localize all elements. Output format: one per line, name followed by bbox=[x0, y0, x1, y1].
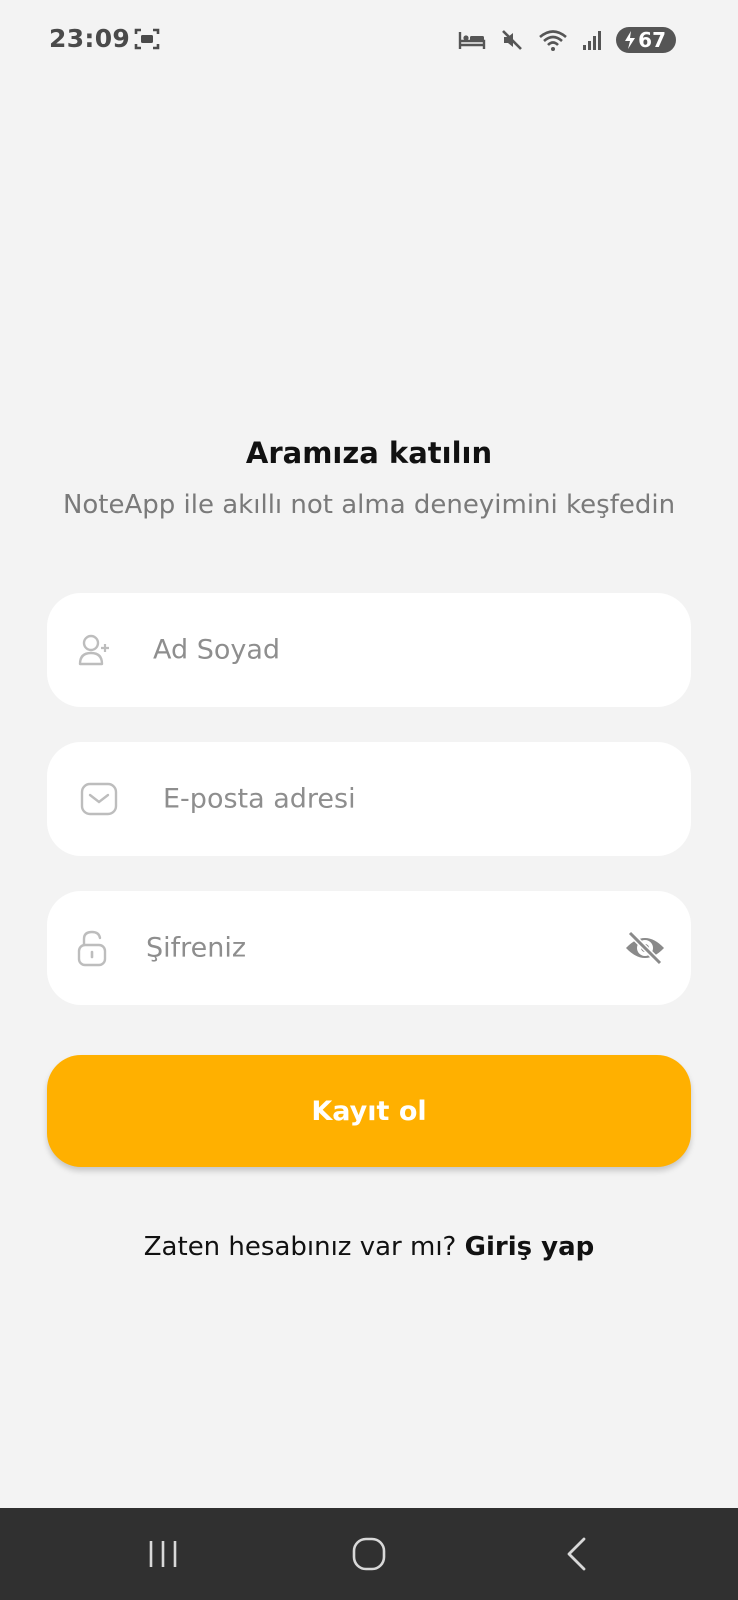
page-title: Aramıza katılın bbox=[245, 436, 493, 470]
eye-off-icon[interactable] bbox=[623, 930, 667, 966]
status-bar: 23:09 67 bbox=[0, 0, 738, 80]
password-placeholder: Şifreniz bbox=[146, 932, 247, 964]
wifi-icon bbox=[539, 30, 567, 51]
email-field[interactable]: E-posta adresi bbox=[47, 742, 691, 856]
name-placeholder: Ad Soyad bbox=[153, 634, 281, 666]
name-field[interactable]: Ad Soyad bbox=[47, 593, 691, 707]
add-user-icon bbox=[78, 634, 109, 666]
register-button[interactable]: Kayıt ol bbox=[47, 1055, 691, 1167]
password-field[interactable]: Şifreniz bbox=[47, 891, 691, 1005]
login-link[interactable]: Giriş yap bbox=[465, 1232, 595, 1262]
navigation-bar bbox=[0, 1508, 738, 1600]
back-icon[interactable] bbox=[564, 1536, 588, 1572]
page-subtitle: NoteApp ile akıllı not alma deneyimini k… bbox=[62, 490, 676, 520]
recent-apps-icon[interactable] bbox=[146, 1539, 180, 1569]
login-prompt: Zaten hesabınız var mı? bbox=[143, 1232, 457, 1262]
mute-icon bbox=[502, 30, 523, 50]
signal-icon bbox=[583, 31, 602, 50]
mail-icon bbox=[80, 782, 118, 816]
unlock-icon bbox=[77, 930, 107, 967]
home-icon[interactable] bbox=[351, 1536, 387, 1572]
sleep-mode-icon bbox=[458, 32, 486, 49]
screenshot-icon bbox=[134, 28, 160, 50]
battery-indicator: 67 bbox=[616, 27, 676, 53]
battery-level: 67 bbox=[638, 28, 666, 52]
login-row: Zaten hesabınız var mı? Giriş yap bbox=[0, 1232, 738, 1262]
status-icons: 67 bbox=[458, 24, 676, 56]
email-placeholder: E-posta adresi bbox=[163, 783, 356, 815]
battery-charging-icon bbox=[625, 31, 636, 49]
status-time: 23:09 bbox=[49, 24, 131, 53]
